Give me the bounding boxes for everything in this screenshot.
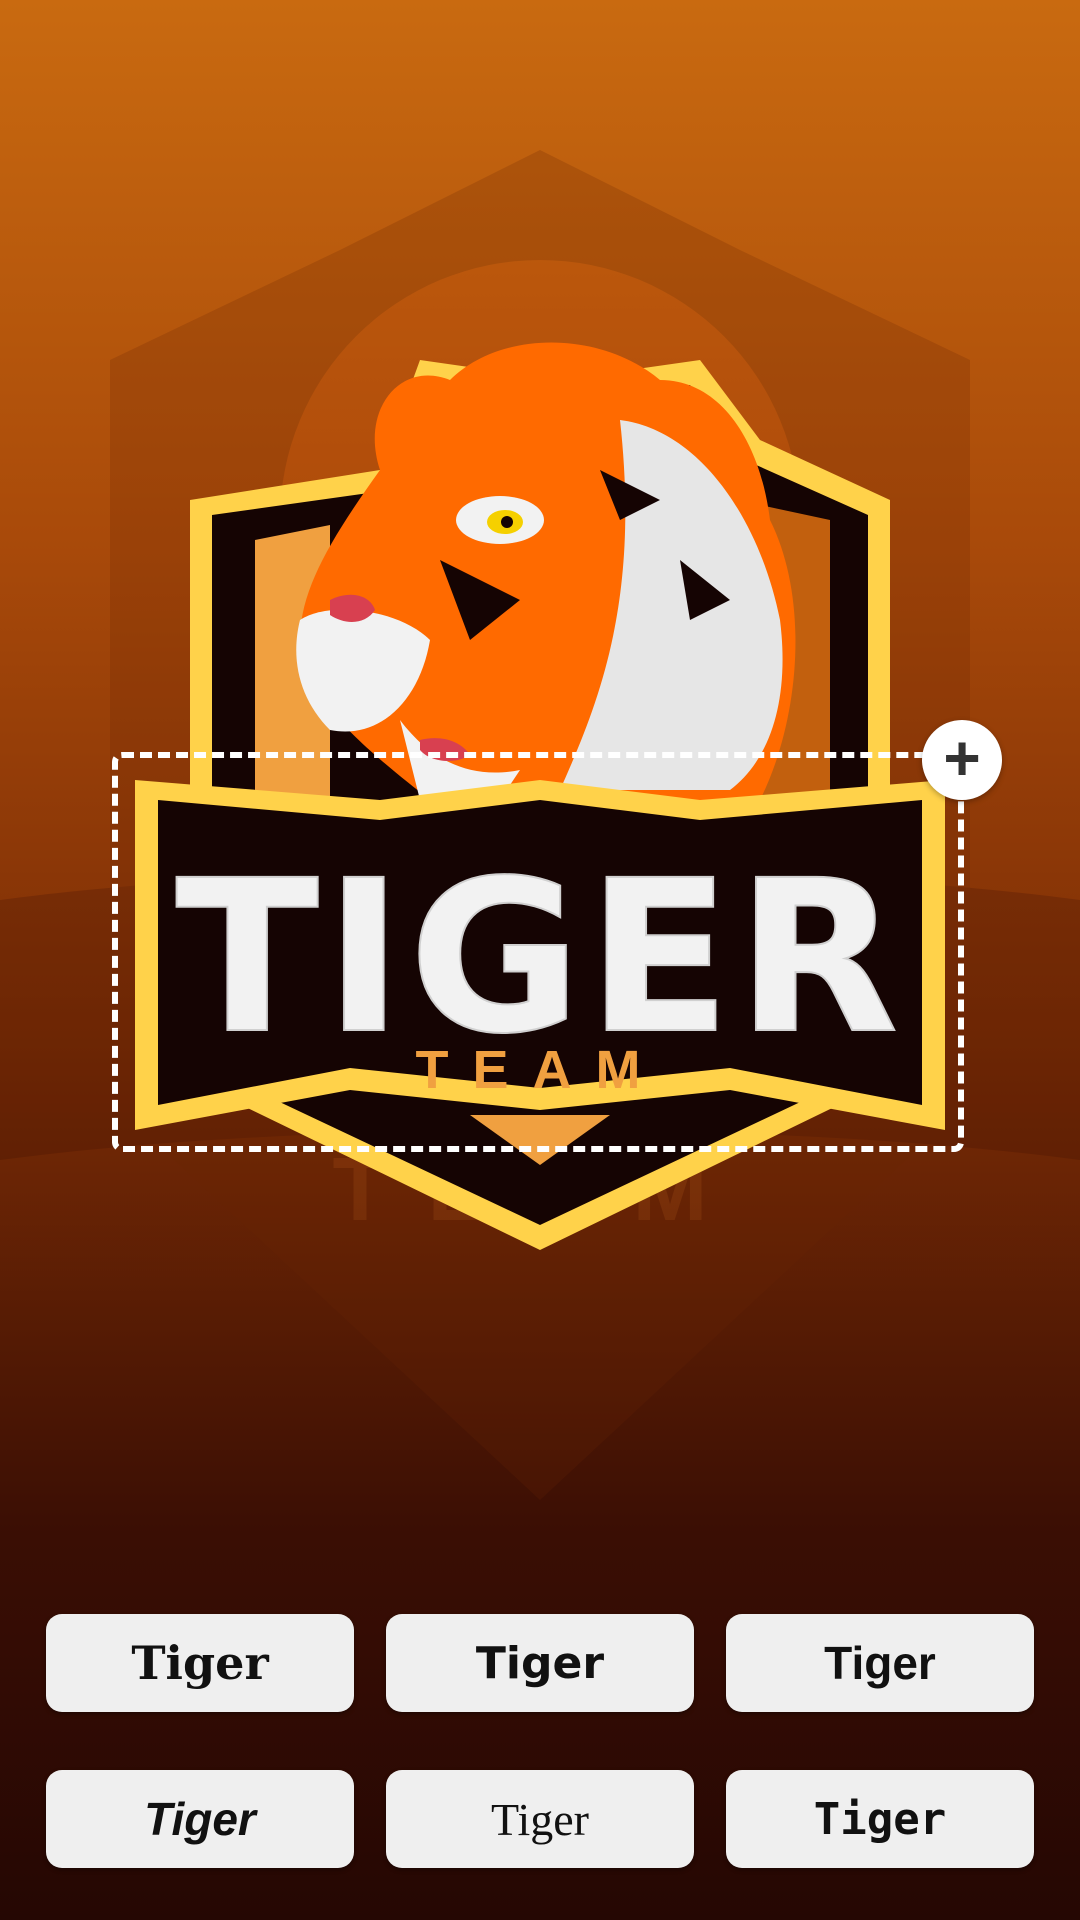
add-symbol: + <box>943 722 981 794</box>
font-option-1[interactable]: Tiger <box>46 1614 354 1712</box>
plus-icon[interactable]: + <box>922 720 1002 800</box>
font-option-6[interactable]: Tiger <box>726 1770 1034 1868</box>
font-options-grid: Tiger Tiger Tiger Tiger Tiger Tiger <box>46 1614 1034 1868</box>
tiger-head <box>296 342 796 800</box>
font-option-5[interactable]: Tiger <box>386 1770 694 1868</box>
text-selection-box[interactable] <box>112 752 964 1152</box>
font-option-2[interactable]: Tiger <box>386 1614 694 1712</box>
font-option-4[interactable]: Tiger <box>46 1770 354 1868</box>
font-option-3[interactable]: Tiger <box>726 1614 1034 1712</box>
